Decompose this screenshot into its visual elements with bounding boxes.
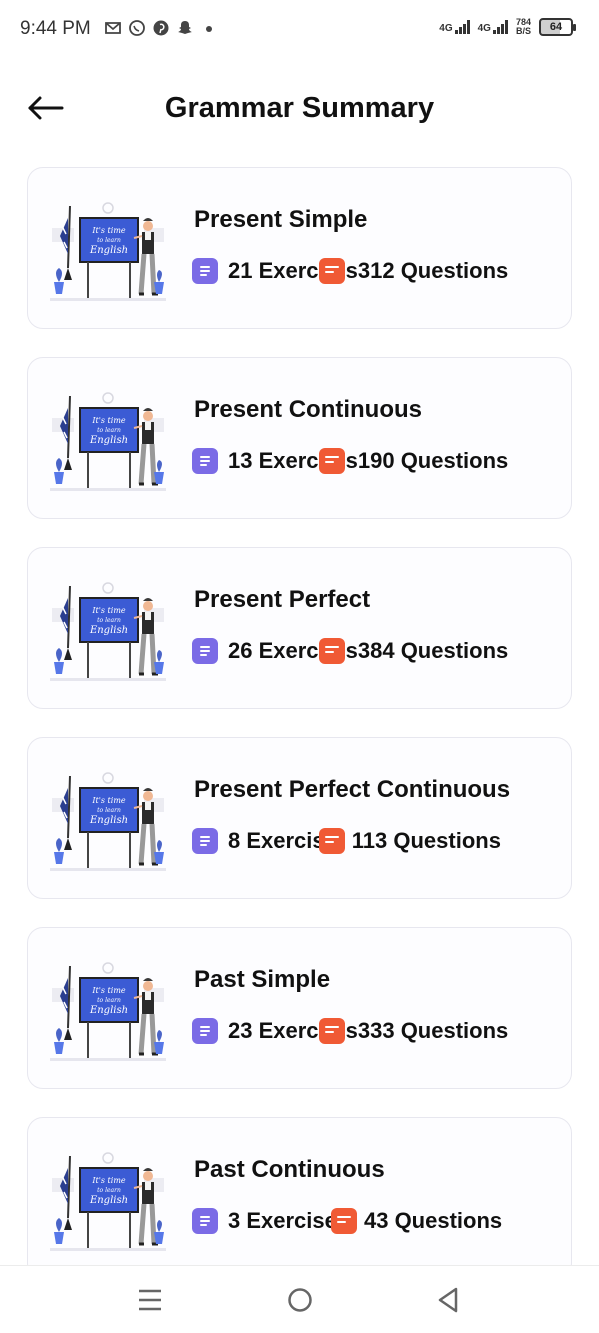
board-line-2: to learn xyxy=(97,617,121,624)
back-nav-button[interactable] xyxy=(428,1284,468,1316)
network-type-2: 4G xyxy=(477,23,491,34)
network-speed: 784 B/S xyxy=(516,18,531,36)
grammar-topic-card[interactable]: It's time to learn English Present Perfe… xyxy=(27,547,572,709)
board-line-2: to learn xyxy=(97,427,121,434)
exercise-document-icon xyxy=(192,638,218,664)
question-chat-icon xyxy=(318,448,345,474)
menu-icon xyxy=(139,1289,161,1311)
lesson-thumbnail: It's time to learn English xyxy=(48,768,168,878)
grammar-topic-card[interactable]: It's time to learn English Past Continuo… xyxy=(27,1117,572,1279)
board-line-3: English xyxy=(89,815,128,826)
exercise-count: 13 Exerci xyxy=(228,448,325,473)
board-line-3: English xyxy=(89,1195,128,1206)
exercise-count: 21 Exerci xyxy=(228,258,325,283)
app-header: Grammar Summary xyxy=(0,70,599,150)
board-line-3: English xyxy=(89,435,128,446)
question-chat-icon xyxy=(318,828,345,854)
whatsapp-icon xyxy=(129,20,145,36)
topic-title: Past Simple xyxy=(194,966,331,993)
signal-bars-icon xyxy=(454,20,470,34)
topic-stats: 21 Exerci s312 Questions xyxy=(192,256,508,286)
system-nav-bar xyxy=(0,1265,599,1333)
question-count: 113 Questions xyxy=(345,828,501,853)
exercise-document-icon xyxy=(192,258,218,284)
question-count: s333 Questions xyxy=(345,1018,509,1043)
grammar-topic-card[interactable]: It's time to learn English Present Conti… xyxy=(27,357,572,519)
grammar-topic-card[interactable]: It's time to learn English Past Simple 2… xyxy=(27,927,572,1089)
exercise-document-icon xyxy=(192,1208,218,1234)
board-line-1: It's time xyxy=(91,1176,126,1185)
board-line-1: It's time xyxy=(91,416,126,425)
grammar-topic-card[interactable]: It's time to learn English Present Simpl… xyxy=(27,167,572,329)
menu-button[interactable] xyxy=(130,1284,170,1316)
topic-title: Present Perfect xyxy=(194,586,371,613)
question-chat-icon xyxy=(318,1018,345,1044)
board-line-2: to learn xyxy=(97,997,121,1004)
question-count: s384 Questions xyxy=(345,638,509,663)
board-line-2: to learn xyxy=(97,237,121,244)
board-line-3: English xyxy=(89,245,128,256)
question-count: s312 Questions xyxy=(345,258,509,283)
topic-title: Present Perfect Continuous xyxy=(194,776,511,803)
board-line-1: It's time xyxy=(91,226,126,235)
exercise-count: 23 Exerci xyxy=(228,1018,325,1043)
battery-level: 64 xyxy=(549,21,563,33)
question-chat-icon xyxy=(318,258,345,284)
signal-bars-icon xyxy=(492,20,508,34)
board-line-2: to learn xyxy=(97,807,121,814)
signal-2: 4G xyxy=(478,20,508,34)
status-bar: 9:44 PM 4G 4G 784 B/S 64 xyxy=(0,0,599,60)
grammar-topic-card[interactable]: It's time to learn English Present Perfe… xyxy=(27,737,572,899)
topic-stats: 26 Exerci s384 Questions xyxy=(192,636,508,666)
exercise-count: 8 Exercis xyxy=(228,828,325,853)
exercise-document-icon xyxy=(192,828,218,854)
page-title: Grammar Summary xyxy=(164,92,435,124)
exercise-document-icon xyxy=(192,1018,218,1044)
question-chat-icon xyxy=(330,1208,357,1234)
dot-icon xyxy=(206,26,212,32)
lesson-thumbnail: It's time to learn English xyxy=(48,958,168,1068)
speed-unit: B/S xyxy=(515,26,531,36)
lesson-thumbnail: It's time to learn English xyxy=(48,198,168,308)
topic-title: Past Continuous xyxy=(194,1156,385,1183)
board-line-1: It's time xyxy=(91,986,126,995)
topic-stats: 23 Exerci s333 Questions xyxy=(192,1016,508,1046)
question-count: 43 Questions xyxy=(357,1208,503,1233)
battery-icon: 64 xyxy=(539,18,576,36)
lesson-thumbnail: It's time to learn English xyxy=(48,388,168,498)
board-line-1: It's time xyxy=(91,796,126,805)
home-button[interactable] xyxy=(280,1284,320,1316)
question-chat-icon xyxy=(318,638,345,664)
topic-title: Present Continuous xyxy=(194,396,423,423)
notification-icons xyxy=(104,19,218,37)
exercise-document-icon xyxy=(192,448,218,474)
back-triangle-icon xyxy=(438,1287,458,1313)
network-type-1: 4G xyxy=(439,23,453,34)
topic-stats: 13 Exerci s190 Questions xyxy=(192,446,508,476)
board-line-3: English xyxy=(89,1005,128,1016)
board-line-2: to learn xyxy=(97,1187,121,1194)
board-line-3: English xyxy=(89,625,128,636)
system-status: 4G 4G 784 B/S 64 xyxy=(439,18,576,36)
exercise-count: 3 Exercise xyxy=(228,1208,337,1233)
board-line-1: It's time xyxy=(91,606,126,615)
lesson-thumbnail: It's time to learn English xyxy=(48,1148,168,1258)
signal-1: 4G xyxy=(439,20,470,34)
status-time: 9:44 PM xyxy=(20,18,91,39)
question-count: s190 Questions xyxy=(345,448,509,473)
topic-title: Present Simple xyxy=(194,206,368,233)
snapchat-icon xyxy=(178,21,192,34)
topic-stats: 8 Exercis 113 Questions xyxy=(192,826,501,856)
lesson-thumbnail: It's time to learn English xyxy=(48,578,168,688)
exercise-count: 26 Exerci xyxy=(228,638,325,663)
pinterest-icon xyxy=(153,20,169,36)
gmail-icon xyxy=(105,22,121,34)
home-circle-icon xyxy=(288,1288,312,1312)
topic-stats: 3 Exercise 43 Questions xyxy=(192,1206,502,1236)
